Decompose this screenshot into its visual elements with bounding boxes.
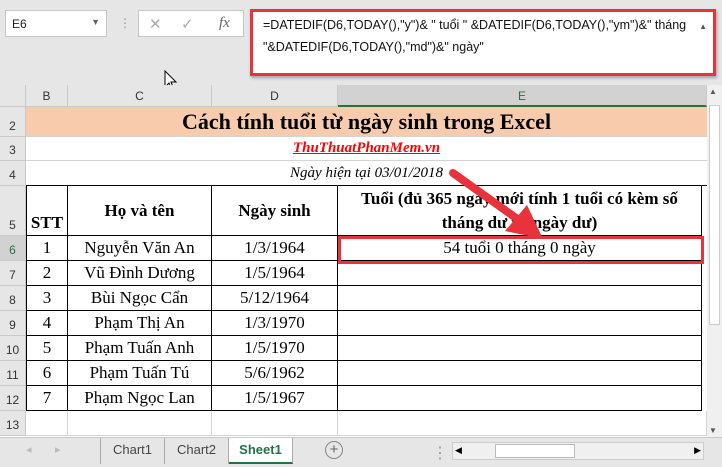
column-header-e[interactable]: E: [338, 85, 707, 107]
drag-handle-icon[interactable]: ⋮: [119, 16, 131, 30]
header-name[interactable]: Họ và tên: [68, 186, 212, 236]
insert-function-icon[interactable]: fx: [219, 15, 230, 32]
empty-cell[interactable]: [26, 411, 68, 436]
row-header-2[interactable]: 2: [0, 107, 26, 137]
age-cell[interactable]: [338, 311, 702, 336]
row-header-12[interactable]: 12: [0, 386, 26, 411]
stt-cell[interactable]: 3: [26, 286, 68, 311]
age-cell[interactable]: [338, 361, 702, 386]
title-cell[interactable]: Cách tính tuổi từ ngày sinh trong Excel: [26, 107, 707, 137]
name-cell[interactable]: Phạm Tuấn Tú: [68, 361, 212, 386]
dob-cell[interactable]: 1/3/1970: [212, 311, 338, 336]
dob-cell[interactable]: 1/3/1964: [212, 236, 338, 261]
row-header-9[interactable]: 9: [0, 311, 26, 336]
row-header-7[interactable]: 7: [0, 261, 26, 286]
tab-chart1[interactable]: Chart1: [100, 438, 165, 464]
cancel-icon[interactable]: ✕: [149, 15, 162, 33]
row-header-5[interactable]: 5: [0, 186, 26, 236]
dob-cell[interactable]: 5/6/1962: [212, 361, 338, 386]
stt-cell[interactable]: 2: [26, 261, 68, 286]
tab-scroll-left-icon[interactable]: ◂: [26, 443, 32, 456]
enter-icon[interactable]: ✓: [181, 15, 194, 33]
horizontal-scrollbar[interactable]: ◀ ▶: [452, 442, 704, 460]
dob-cell[interactable]: 1/5/1970: [212, 336, 338, 361]
scrollbar-thumb[interactable]: [709, 105, 720, 325]
collapse-formula-bar-icon[interactable]: ▲: [699, 16, 707, 38]
stt-cell[interactable]: 6: [26, 361, 68, 386]
age-cell[interactable]: [338, 386, 702, 411]
column-header-b[interactable]: B: [26, 85, 68, 107]
empty-cell[interactable]: [338, 411, 707, 436]
age-cell[interactable]: [338, 261, 702, 286]
header-dob[interactable]: Ngày sinh: [212, 186, 338, 236]
empty-cell[interactable]: [212, 411, 338, 436]
arrow-annotation-icon: [449, 169, 543, 239]
scroll-right-icon[interactable]: ▶: [694, 445, 701, 456]
scrollbar-thumb[interactable]: [495, 444, 575, 458]
tab-chart2[interactable]: Chart2: [165, 438, 229, 464]
sheet-tabs-bar: ◂ ▸ Chart1 Chart2 Sheet1 + ⋮ ◀ ▶: [0, 437, 722, 467]
column-header-d[interactable]: D: [212, 85, 338, 107]
age-cell[interactable]: [338, 336, 702, 361]
name-cell[interactable]: Bùi Ngọc Cẩn: [68, 286, 212, 311]
name-cell[interactable]: Vũ Đình Dương: [68, 261, 212, 286]
dob-cell[interactable]: 1/5/1967: [212, 386, 338, 411]
name-cell[interactable]: Phạm Thị An: [68, 311, 212, 336]
dob-cell[interactable]: 1/5/1964: [212, 261, 338, 286]
row-header-11[interactable]: 11: [0, 361, 26, 386]
formula-input[interactable]: =DATEDIF(D6,TODAY(),"y")& " tuổi " &DATE…: [250, 9, 716, 76]
name-cell[interactable]: Phạm Ngọc Lan: [68, 386, 212, 411]
row-header-10[interactable]: 10: [0, 336, 26, 361]
site-link[interactable]: ThuThuatPhanMem.vn: [26, 137, 707, 161]
drag-handle-icon[interactable]: ⋮: [432, 443, 448, 463]
name-box-value: E6: [12, 17, 27, 31]
stt-cell[interactable]: 5: [26, 336, 68, 361]
header-stt[interactable]: STT: [26, 186, 68, 236]
name-cell[interactable]: Phạm Tuấn Anh: [68, 336, 212, 361]
row-header-6[interactable]: 6: [0, 236, 26, 261]
tab-scroll-right-icon[interactable]: ▸: [55, 443, 61, 456]
add-sheet-icon[interactable]: +: [325, 441, 343, 459]
stt-cell[interactable]: 1: [26, 236, 68, 261]
tab-sheet1[interactable]: Sheet1: [229, 438, 293, 464]
row-header-4[interactable]: 4: [0, 161, 26, 186]
stt-cell[interactable]: 4: [26, 311, 68, 336]
row-header-3[interactable]: 3: [0, 137, 26, 161]
name-box[interactable]: E6 ▼: [5, 10, 107, 37]
chevron-down-icon[interactable]: ▼: [91, 17, 100, 27]
scroll-down-icon[interactable]: ▼: [709, 426, 717, 435]
stt-cell[interactable]: 7: [26, 386, 68, 411]
formula-buttons: ✕ ✓ fx: [138, 10, 244, 37]
dob-cell[interactable]: 5/12/1964: [212, 286, 338, 311]
age-cell[interactable]: [338, 286, 702, 311]
column-header-c[interactable]: C: [68, 85, 212, 107]
row-header-13[interactable]: 13: [0, 411, 26, 436]
formula-text: =DATEDIF(D6,TODAY(),"y")& " tuổi " &DATE…: [263, 18, 687, 54]
vertical-scrollbar[interactable]: ▲ ▼: [707, 85, 722, 437]
scroll-up-icon[interactable]: ▲: [709, 87, 717, 96]
scroll-left-icon[interactable]: ◀: [455, 445, 462, 456]
current-date-cell[interactable]: Ngày hiện tại 03/01/2018: [26, 161, 707, 186]
name-cell[interactable]: Nguyễn Văn An: [68, 236, 212, 261]
spreadsheet-grid[interactable]: B C D E 2 3 4 5 6 7 8 9 10 11 12 13 Cách tính tuổi …: [0, 85, 707, 437]
select-all-corner[interactable]: [0, 85, 26, 107]
row-header-8[interactable]: 8: [0, 286, 26, 311]
empty-cell[interactable]: [68, 411, 212, 436]
